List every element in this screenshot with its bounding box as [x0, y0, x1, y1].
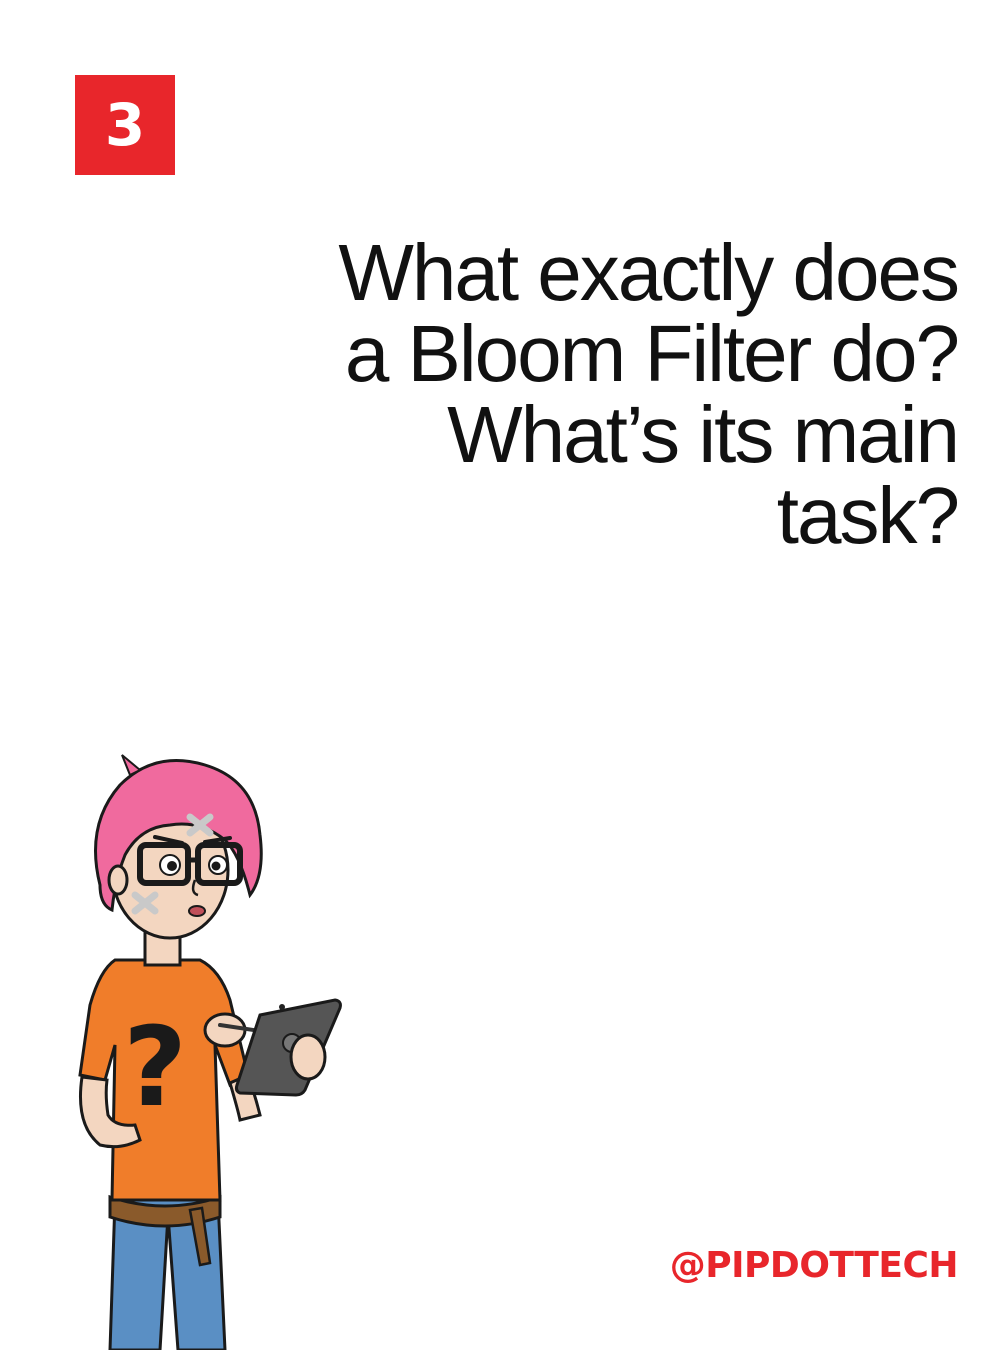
- question-line-1: What exactly does: [338, 228, 960, 317]
- question-line-3: What’s its main: [447, 390, 960, 479]
- svg-text:?: ?: [123, 1003, 187, 1131]
- question-heading: What exactly does a Bloom Filter do? Wha…: [238, 228, 960, 560]
- brand-handle: @PIPDOTTECH: [669, 1245, 959, 1286]
- slide-number: 3: [104, 91, 146, 159]
- character-illustration: ?: [78, 754, 342, 1350]
- question-line-4: task?: [776, 471, 960, 560]
- slide-number-badge: 3: [75, 75, 175, 175]
- question-line-2: a Bloom Filter do?: [344, 309, 960, 398]
